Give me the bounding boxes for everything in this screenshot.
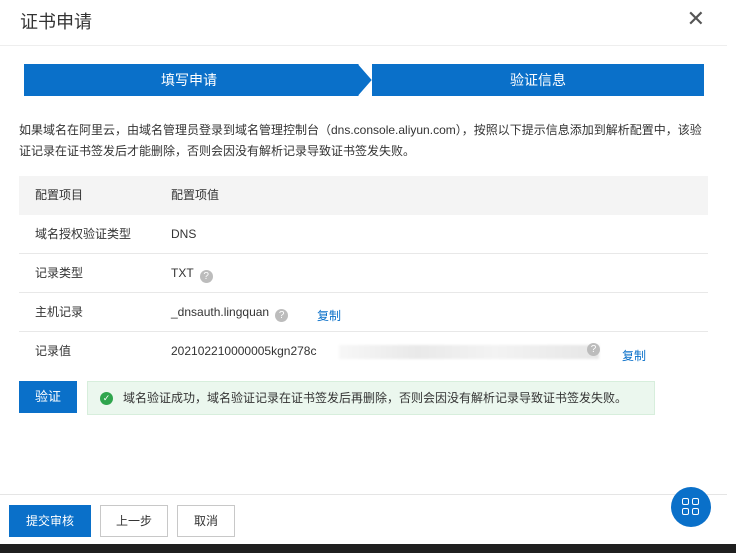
row-value: 202102210000005kgn278c <box>171 344 317 358</box>
check-circle-icon: ✓ <box>100 392 113 405</box>
config-table: 配置项目 配置项值 域名授权验证类型 DNS 记录类型 TXT? 主机记录 _d… <box>19 176 708 370</box>
step-progress: 填写申请 验证信息 <box>24 64 704 96</box>
row-key: 域名授权验证类型 <box>35 227 132 241</box>
footer-divider <box>0 494 727 495</box>
redacted-value <box>339 345 599 359</box>
table-header: 配置项目 配置项值 <box>19 176 708 215</box>
copy-host-record-button[interactable]: 复制 <box>317 307 341 324</box>
row-key: 主机记录 <box>35 305 84 319</box>
row-value: TXT <box>171 266 194 280</box>
apps-grid-icon[interactable] <box>671 487 711 527</box>
step-verify-info: 验证信息 <box>372 64 704 96</box>
help-icon[interactable]: ? <box>199 270 213 283</box>
success-message: 域名验证成功，域名验证记录在证书签发后再删除，否则会因没有解析记录导致证书签发失… <box>123 391 628 405</box>
table-row: 域名授权验证类型 DNS <box>19 215 708 254</box>
copy-record-value-button[interactable]: 复制 <box>622 347 646 364</box>
certificate-dialog: 证书申请 ✕ 填写申请 验证信息 如果域名在阿里云，由域名管理员登录到域名管理控… <box>0 0 728 553</box>
close-icon[interactable]: ✕ <box>687 6 705 32</box>
header-config-value: 配置项值 <box>171 188 220 202</box>
header-divider <box>0 45 727 46</box>
header-config-item: 配置项目 <box>35 188 84 202</box>
background-page-edge <box>727 0 736 553</box>
table-row: 记录值 202102210000005kgn278c ? 复制 <box>19 332 708 370</box>
dialog-title: 证书申请 <box>20 12 92 32</box>
verify-button[interactable]: 验证 <box>19 381 77 413</box>
taskbar <box>0 544 736 553</box>
instruction-text: 如果域名在阿里云，由域名管理员登录到域名管理控制台（dns.console.al… <box>19 123 702 158</box>
submit-review-button[interactable]: 提交审核 <box>9 505 91 537</box>
row-value-cell: _dnsauth.lingquan? <box>171 293 289 331</box>
previous-step-button[interactable]: 上一步 <box>100 505 168 537</box>
cancel-button[interactable]: 取消 <box>177 505 235 537</box>
help-icon[interactable]: ? <box>275 309 289 322</box>
row-key: 记录类型 <box>35 266 84 280</box>
row-key: 记录值 <box>35 344 72 358</box>
success-alert: ✓ 域名验证成功，域名验证记录在证书签发后再删除，否则会因没有解析记录导致证书签… <box>87 381 655 415</box>
row-value: DNS <box>171 227 197 241</box>
help-icon[interactable]: ? <box>587 343 600 356</box>
table-row: 主机记录 _dnsauth.lingquan? 复制 <box>19 293 708 332</box>
row-value-cell: TXT? <box>171 254 213 292</box>
step-fill-application: 填写申请 <box>24 64 354 96</box>
table-row: 记录类型 TXT? <box>19 254 708 293</box>
row-value: _dnsauth.lingquan <box>171 305 270 319</box>
